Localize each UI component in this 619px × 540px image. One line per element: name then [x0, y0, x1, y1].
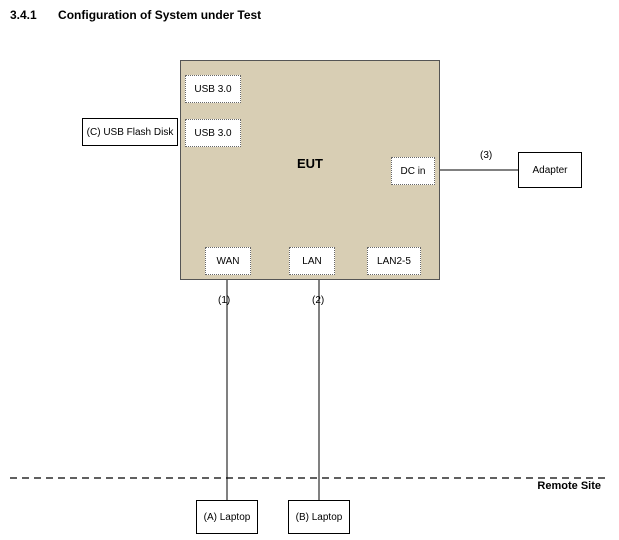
device-adapter: Adapter	[518, 152, 582, 188]
remote-site-label: Remote Site	[537, 480, 601, 492]
label-conn-3: (3)	[480, 150, 492, 161]
label-conn-1: (1)	[218, 295, 230, 306]
port-usb-top: USB 3.0	[185, 75, 241, 103]
port-lan: LAN	[289, 247, 335, 275]
device-laptop-b: (B) Laptop	[288, 500, 350, 534]
section-heading: 3.4.1 Configuration of System under Test	[10, 8, 261, 22]
heading-title: Configuration of System under Test	[58, 8, 261, 22]
eut-box: EUT USB 3.0 USB 3.0 DC in WAN LAN LAN2-5	[180, 60, 440, 280]
heading-number: 3.4.1	[10, 8, 37, 22]
device-laptop-a: (A) Laptop	[196, 500, 258, 534]
device-usb-flash: (C) USB Flash Disk	[82, 118, 178, 146]
port-wan: WAN	[205, 247, 251, 275]
port-dc-in: DC in	[391, 157, 435, 185]
port-lan25: LAN2-5	[367, 247, 421, 275]
diagram-canvas: 3.4.1 Configuration of System under Test…	[0, 0, 619, 540]
label-conn-2: (2)	[312, 295, 324, 306]
port-usb-side: USB 3.0	[185, 119, 241, 147]
